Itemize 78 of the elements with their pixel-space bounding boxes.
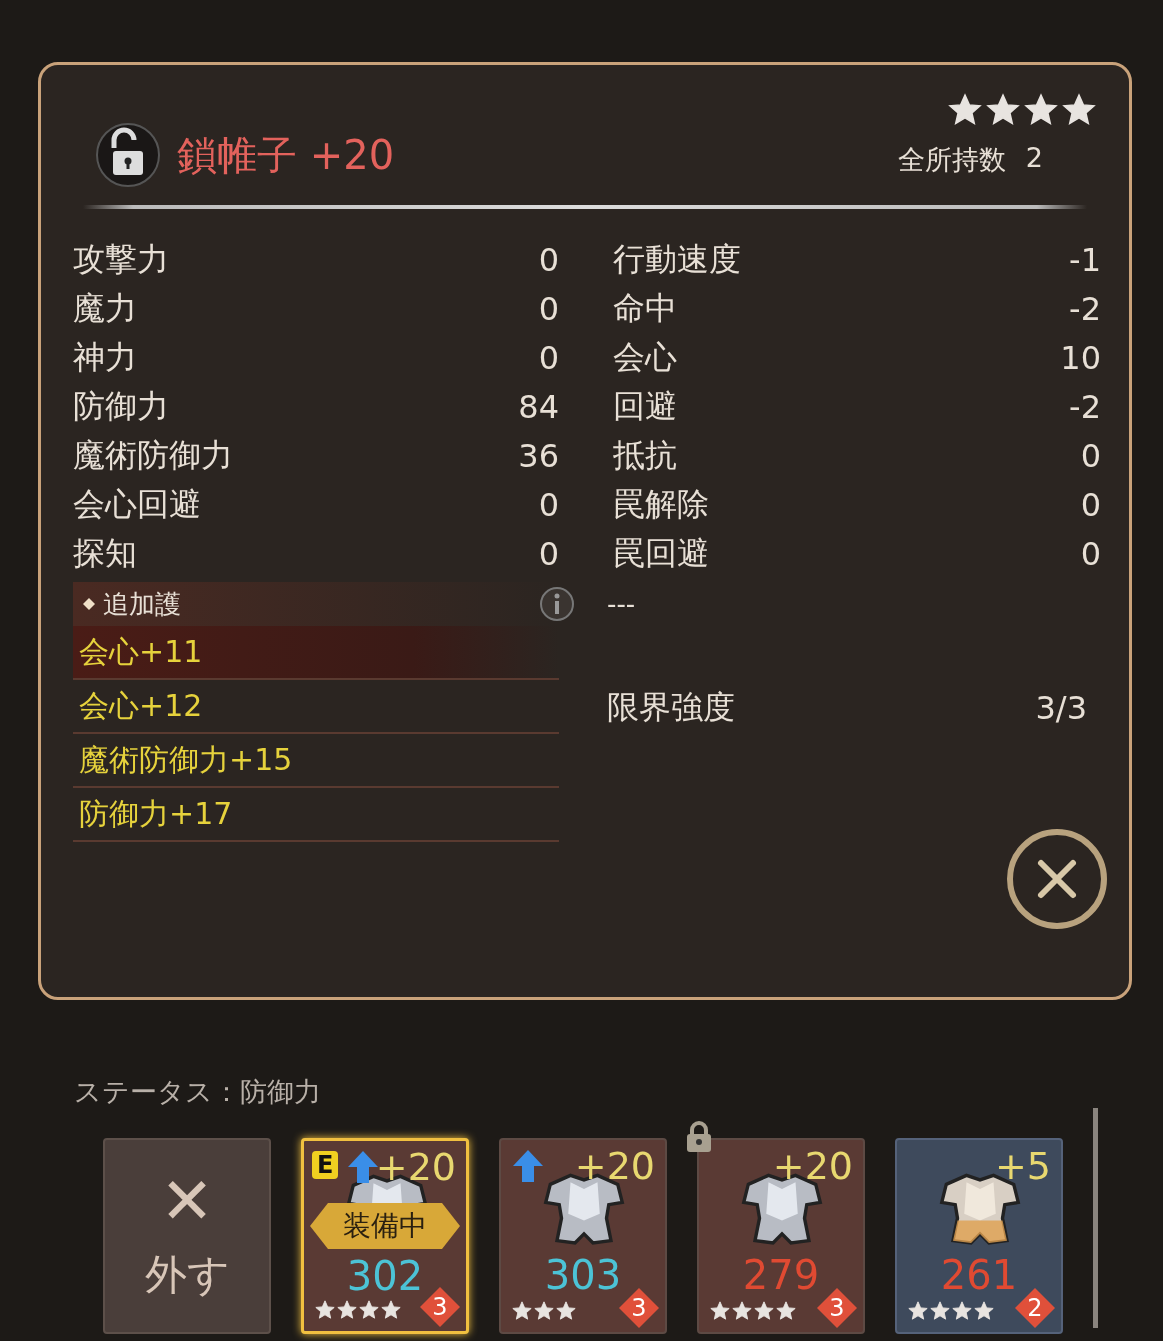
stat-name: 罠回避 — [613, 532, 709, 574]
stat-value: 0 — [538, 289, 559, 328]
star-icon — [336, 1299, 358, 1321]
stat-value: -2 — [1069, 289, 1101, 328]
section-title: 追加護 — [103, 587, 181, 621]
stat-value: 10 — [1060, 338, 1101, 377]
enhance-level: +5 — [994, 1144, 1051, 1188]
star-icon — [753, 1300, 775, 1322]
owned-count: 2 — [1025, 142, 1043, 175]
ability-row[interactable]: 防御力+17 — [73, 788, 559, 842]
stat-name: 行動速度 — [613, 238, 741, 280]
star-icon — [951, 1300, 973, 1322]
equipment-card[interactable]: E +20 装備中 302 3 — [301, 1138, 469, 1334]
owned-label: 全所持数 — [897, 143, 1006, 177]
stat-value: 0 — [1080, 485, 1101, 524]
stat-value: -1 — [1069, 240, 1101, 279]
equipment-card[interactable]: +20 303 3 — [499, 1138, 667, 1334]
item-title: 鎖帷子 +20 — [177, 130, 395, 180]
star-icon — [555, 1300, 577, 1322]
limit-value: 3/3 — [1035, 689, 1087, 727]
equipment-card[interactable]: +5 261 2 — [895, 1138, 1063, 1334]
rank-badge: 2 — [1015, 1288, 1055, 1328]
star-icon — [709, 1300, 731, 1322]
stat-value: 0 — [538, 338, 559, 377]
unequip-button[interactable]: ✕ 外す — [103, 1138, 271, 1334]
stat-value: 0 — [538, 534, 559, 573]
star-icon — [533, 1300, 555, 1322]
close-icon — [1035, 857, 1079, 901]
equipped-label: 装備中 — [310, 1203, 460, 1249]
stat-value: 0 — [538, 485, 559, 524]
rank-badge: 3 — [619, 1288, 659, 1328]
star-icon — [907, 1300, 929, 1322]
stat-name: 命中 — [613, 287, 677, 329]
ability-row[interactable]: 会心+11 — [73, 626, 559, 680]
star-icon — [511, 1300, 533, 1322]
stat-name: 攻撃力 — [73, 238, 169, 280]
equipment-card[interactable]: +20 279 3 — [697, 1138, 865, 1334]
diamond-icon — [83, 598, 95, 610]
star-icon — [731, 1300, 753, 1322]
status-label: ステータス：防御力 — [74, 1075, 322, 1109]
ability-row[interactable]: 会心+12 — [73, 680, 559, 734]
stat-name: 抵抗 — [613, 434, 677, 476]
stat-value: 84 — [518, 387, 559, 426]
stat-name: 回避 — [613, 385, 677, 427]
stat-name: 神力 — [73, 336, 137, 378]
star-icon — [380, 1299, 402, 1321]
enhance-level: +20 — [772, 1144, 853, 1188]
star-icon — [314, 1299, 336, 1321]
rank-badge: 3 — [420, 1287, 460, 1327]
enhance-level: +20 — [375, 1145, 456, 1189]
unlock-icon[interactable] — [95, 122, 161, 188]
empty-value: --- — [607, 588, 636, 621]
stat-name: 会心回避 — [73, 483, 201, 525]
stat-name: 探知 — [73, 532, 137, 574]
card-value: 279 — [742, 1252, 820, 1298]
star-icon — [973, 1300, 995, 1322]
stat-value: 0 — [1080, 534, 1101, 573]
limit-label: 限界強度 — [607, 687, 735, 728]
equipped-badge: E — [312, 1151, 339, 1179]
scrollbar[interactable] — [1093, 1108, 1098, 1328]
info-icon[interactable] — [539, 586, 575, 622]
stat-value: -2 — [1069, 387, 1101, 426]
enhance-level: +20 — [574, 1144, 655, 1188]
stat-name: 魔力 — [73, 287, 137, 329]
stat-value: 36 — [518, 436, 559, 475]
stat-name: 罠解除 — [613, 483, 709, 525]
stat-name: 魔術防御力 — [73, 434, 233, 476]
card-value: 303 — [544, 1252, 622, 1298]
stat-name: 防御力 — [73, 385, 169, 427]
stat-value: 0 — [1080, 436, 1101, 475]
ability-row[interactable]: 魔術防御力+15 — [73, 734, 559, 788]
star-icon — [929, 1300, 951, 1322]
stat-name: 会心 — [613, 336, 677, 378]
rank-badge: 3 — [817, 1288, 857, 1328]
star-icon — [358, 1299, 380, 1321]
card-value: 261 — [940, 1252, 1018, 1298]
star-icon — [775, 1300, 797, 1322]
stat-value: 0 — [538, 240, 559, 279]
